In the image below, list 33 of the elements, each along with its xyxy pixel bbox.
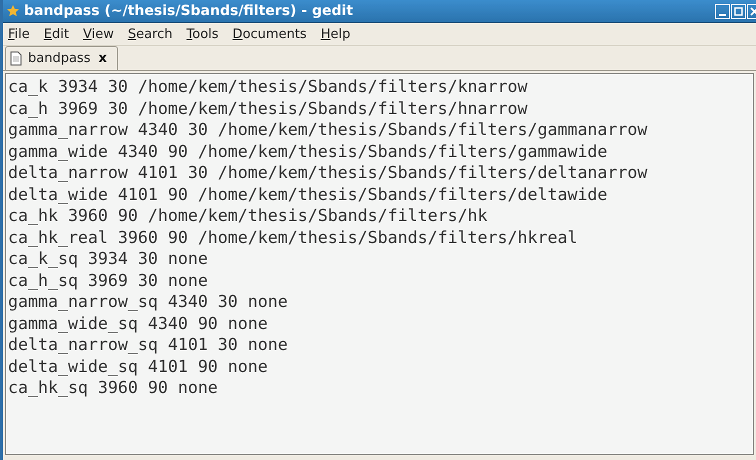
text-line: ca_hk_sq 3960 90 none <box>8 377 219 398</box>
text-editor[interactable] <box>5 73 754 455</box>
text-line: ca_k 3934 30 /home/kem/thesis/Sbands/filters/knarrow <box>8 76 528 98</box>
document-tab[interactable]: bandpass x <box>5 46 118 70</box>
text-line: ca_k_sq 3934 30 none <box>8 248 209 270</box>
star-icon <box>6 4 20 18</box>
menu-item[interactable]: File <box>8 26 30 42</box>
window-title: bandpass (~/thesis/Sbands/filters) - gedit <box>24 3 354 19</box>
menu-item[interactable]: Help <box>320 26 350 42</box>
text-line: ca_hk 3960 90 /home/kem/thesis/Sbands/filters/hk <box>8 205 489 226</box>
menu-item[interactable]: Search <box>128 26 173 42</box>
menu-item[interactable]: Edit <box>44 26 69 42</box>
tab-close-button[interactable]: x <box>96 51 109 66</box>
text-line: delta_narrow_sq 4101 30 none <box>8 334 289 356</box>
minimize-icon <box>719 14 726 16</box>
text-line: gamma_narrow_sq 4340 30 none <box>8 291 289 312</box>
maximize-button[interactable] <box>731 4 746 18</box>
text-line: ca_h_sq 3969 30 none <box>8 270 209 291</box>
text-line: delta_wide 4101 90 /home/kem/thesis/Sbands/filters/deltawide <box>8 184 608 205</box>
text-line: ca_hk_real 3960 90 /home/kem/thesis/Sbands/filters/hkreal <box>8 226 578 248</box>
text-line: gamma_wide_sq 4340 90 none <box>8 312 269 334</box>
text-line: ca_h 3969 30 /home/kem/thesis/Sbands/filters/hnarrow <box>8 98 528 119</box>
minimize-button[interactable] <box>715 4 730 18</box>
maximize-icon <box>734 6 743 16</box>
menu-item[interactable]: Tools <box>186 26 219 42</box>
tab-label: bandpass <box>28 51 90 66</box>
text-line: gamma_narrow 4340 30 /home/kem/thesis/Sbands/filters/gammanarrow <box>8 119 648 140</box>
text-line: delta_wide_sq 4101 90 none <box>8 356 269 377</box>
text-line: gamma_wide 4340 90 /home/kem/thesis/Sbands/filters/gammawide <box>8 140 608 162</box>
menu-item[interactable]: View <box>82 26 114 42</box>
document-icon <box>10 51 22 66</box>
text-line: delta_narrow 4101 30 /home/kem/thesis/Sbands/filters/deltanarrow <box>8 162 648 184</box>
menu-item[interactable]: Documents <box>232 26 307 42</box>
